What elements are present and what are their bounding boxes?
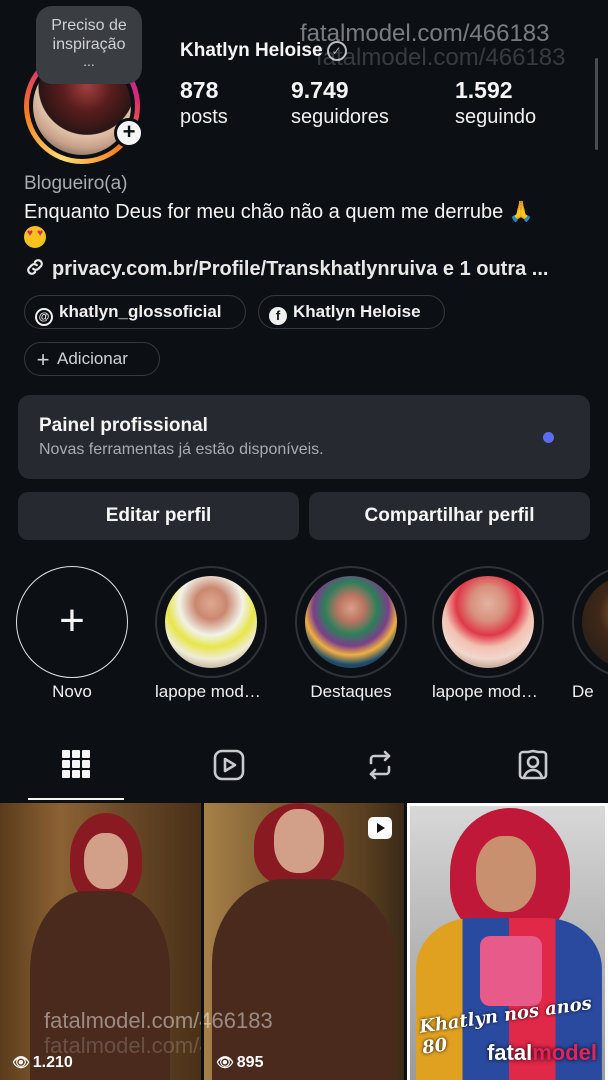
highlight-label: De: [572, 682, 594, 701]
bio-link-text: privacy.com.br/Profile/Transkhatlynruiva…: [52, 258, 549, 280]
facebook-name: Khatlyn Heloise: [293, 302, 421, 321]
post-views: 👁 1.210: [12, 1054, 73, 1072]
pro-panel-title: Painel profissional: [39, 415, 208, 436]
tab-reposts[interactable]: [304, 738, 456, 800]
profile-name: Khatlyn Heloise ✓: [180, 40, 347, 62]
highlight-label: Destaques: [310, 682, 392, 701]
tab-tagged[interactable]: [456, 738, 608, 800]
highlight-cover: [582, 576, 608, 668]
add-link-button[interactable]: + Adicionar: [24, 342, 160, 376]
edit-profile-button[interactable]: Editar perfil: [18, 492, 299, 540]
post-views-count: 895: [236, 1054, 264, 1071]
highlight-item[interactable]: Destaques: [295, 566, 407, 702]
highlight-cover: [305, 576, 397, 668]
highlight-cover: [165, 576, 257, 668]
post-views-count: 1.210: [32, 1054, 73, 1071]
note-text: Preciso de inspiração: [51, 17, 127, 53]
posts-grid: fatalmodel.com/466183 fatalmodel.com/466…: [0, 803, 608, 1080]
bio-text: Enquanto Deus for meu chão não a quem me…: [24, 199, 594, 224]
praying-hands-icon: 🙏: [508, 201, 534, 223]
share-profile-button[interactable]: Compartilhar perfil: [309, 492, 590, 540]
profile-header: + Preciso de inspiração ... Khatlyn Helo…: [0, 0, 608, 170]
facebook-chip[interactable]: f Khatlyn Heloise: [258, 295, 445, 329]
note-ellipsis: ...: [83, 53, 95, 69]
bio-line-1: Enquanto Deus for meu chão não a quem me…: [24, 201, 504, 223]
stat-followers[interactable]: 9.749 seguidores: [291, 76, 389, 130]
note-bubble[interactable]: Preciso de inspiração ...: [36, 6, 142, 84]
notification-dot: [543, 432, 554, 443]
posts-label: posts: [180, 106, 228, 128]
grid-icon: [62, 750, 90, 778]
professional-dashboard[interactable]: Painel profissional Novas ferramentas já…: [18, 395, 590, 479]
link-icon: [27, 259, 43, 275]
threads-handle: khatlyn_glossoficial: [59, 302, 222, 321]
highlight-item[interactable]: lapope modat...: [432, 566, 544, 702]
scrollbar[interactable]: [595, 58, 598, 150]
tab-reels[interactable]: [152, 738, 304, 800]
threads-chip[interactable]: @ khatlyn_glossoficial: [24, 295, 246, 329]
highlight-label: lapope modat...: [155, 682, 267, 701]
reels-icon: [213, 749, 245, 781]
post-thumbnail[interactable]: fatalmodel.com/466183 fatalmodel.com/466…: [0, 803, 201, 1080]
highlight-new[interactable]: + Novo: [16, 566, 128, 702]
following-label: seguindo: [455, 106, 537, 128]
tab-posts-grid[interactable]: [0, 738, 152, 800]
reel-icon: [368, 817, 392, 839]
heart-eyes-icon: [24, 226, 46, 248]
highlight-item[interactable]: lapope modat...: [155, 566, 267, 702]
bio-link[interactable]: privacy.com.br/Profile/Transkhatlynruiva…: [24, 256, 548, 281]
fatalmodel-logo: fatalmodel: [486, 1040, 597, 1065]
plus-icon: +: [59, 596, 85, 645]
highlight-cover: [442, 576, 534, 668]
stat-posts[interactable]: 878 posts: [180, 76, 228, 130]
stat-following[interactable]: 1.592 seguindo: [455, 76, 536, 130]
bio-emoji-line: [24, 226, 46, 254]
highlight-label: lapope modat...: [432, 682, 544, 701]
facebook-icon: f: [269, 307, 287, 325]
post-thumbnail[interactable]: Khatlyn nos anos 80 fatalmodel: [407, 803, 608, 1080]
followers-count: 9.749: [291, 77, 349, 103]
threads-icon: @: [35, 308, 53, 326]
profile-name-text: Khatlyn Heloise: [180, 40, 323, 61]
tagged-icon: [518, 749, 548, 780]
highlight-new-circle: +: [16, 566, 128, 678]
highlight-item[interactable]: De: [572, 566, 608, 702]
post-views: 👁 895: [216, 1054, 263, 1072]
watermark-shadow: fatalmodel.com/466183: [316, 44, 566, 71]
eye-icon: 👁: [12, 1054, 30, 1070]
post-thumbnail[interactable]: fatalmodel.com/466183 👁895: [204, 803, 404, 1080]
eye-icon: 👁: [216, 1054, 234, 1070]
following-count: 1.592: [455, 77, 513, 103]
plus-icon: +: [36, 347, 50, 372]
profile-category: Blogueiro(a): [24, 173, 128, 194]
pro-panel-subtitle: Novas ferramentas já estão disponíveis.: [39, 441, 324, 458]
active-tab-indicator: [28, 798, 124, 800]
reposts-icon: [369, 750, 391, 780]
profile-tabs: [0, 738, 608, 800]
followers-label: seguidores: [291, 106, 389, 128]
add-link-label: Adicionar: [57, 349, 128, 368]
add-story-icon[interactable]: +: [114, 118, 144, 148]
highlight-label: Novo: [52, 682, 92, 701]
verified-check-icon: ✓: [326, 40, 347, 61]
posts-count: 878: [180, 77, 219, 103]
